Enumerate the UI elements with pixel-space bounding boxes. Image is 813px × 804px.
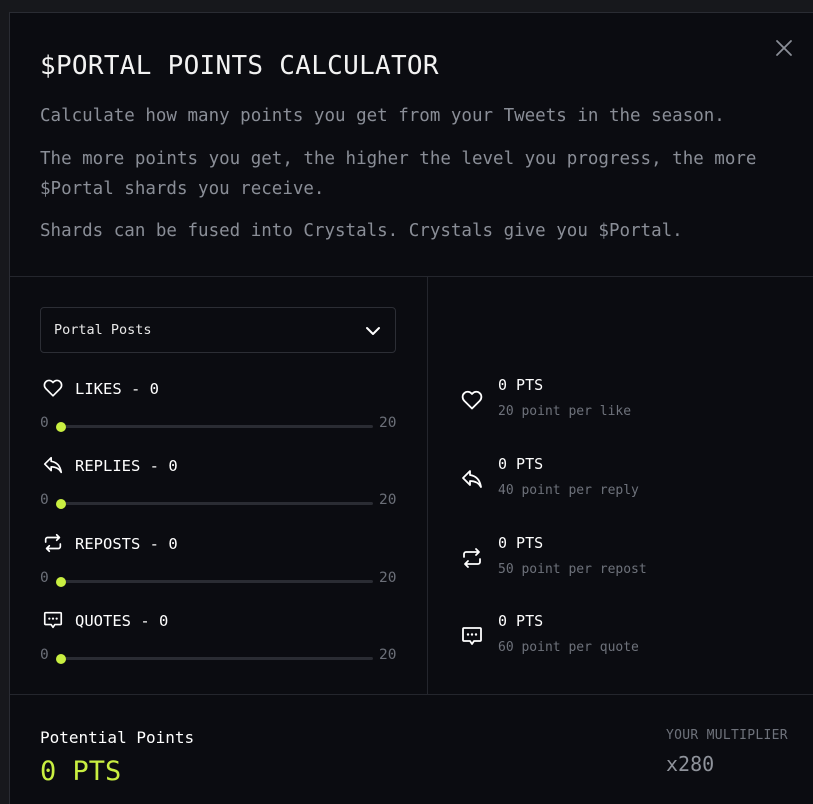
reposts-slider-thumb[interactable] (56, 577, 66, 587)
quotes-points-value: 0 PTS (498, 612, 544, 630)
quotes-slider-thumb[interactable] (56, 654, 66, 664)
metric-reposts-header: REPOSTS - 0 (40, 532, 400, 556)
description-1: Calculate how many points you get from y… (40, 106, 725, 126)
points-calculator-modal: $PORTAL POINTS CALCULATOR Calculate how … (9, 12, 813, 804)
divider-bottom (10, 694, 813, 695)
replies-points-rate: 40 point per reply (498, 483, 639, 498)
quotes-points-rate: 60 point per quote (498, 640, 639, 655)
divider-top (10, 276, 813, 277)
likes-slider[interactable] (56, 422, 373, 432)
points-quotes: 0 PTS 60 point per quote (460, 612, 790, 662)
dropdown-selected-value: Portal Posts (54, 322, 152, 338)
metric-likes-label: LIKES - 0 (75, 380, 159, 398)
quotes-slider[interactable] (56, 654, 373, 664)
points-replies: 0 PTS 40 point per reply (460, 455, 790, 505)
slider-min-label: 0 (40, 415, 49, 431)
metric-reposts-label: REPOSTS - 0 (75, 535, 178, 553)
close-icon[interactable] (775, 39, 793, 57)
modal-title: $PORTAL POINTS CALCULATOR (40, 51, 439, 81)
points-reposts: 0 PTS 50 point per repost (460, 534, 790, 584)
slider-max-label: 20 (379, 570, 397, 586)
reposts-slider[interactable] (56, 577, 373, 587)
metric-quotes-header: QUOTES - 0 (40, 609, 400, 633)
slider-max-label: 20 (379, 415, 397, 431)
replies-slider[interactable] (56, 499, 373, 509)
divider-vertical (427, 276, 428, 694)
metric-replies-header: REPLIES - 0 (40, 454, 400, 478)
potential-points-value: 0 PTS (40, 756, 122, 787)
multiplier-label: YOUR MULTIPLIER (666, 728, 788, 743)
chevron-down-icon (366, 327, 380, 335)
heart-icon (461, 390, 483, 410)
description-3: Shards can be fused into Crystals. Cryst… (40, 221, 683, 241)
likes-points-value: 0 PTS (498, 376, 544, 394)
slider-max-label: 20 (379, 647, 397, 663)
quote-icon (462, 627, 482, 645)
quote-icon (43, 611, 63, 629)
slider-min-label: 0 (40, 647, 49, 663)
description-2: The more points you get, the higher the … (40, 149, 757, 199)
reply-icon (43, 456, 63, 474)
likes-slider-thumb[interactable] (56, 422, 66, 432)
reposts-points-rate: 50 point per repost (498, 562, 647, 577)
repost-icon (44, 533, 62, 553)
slider-max-label: 20 (379, 492, 397, 508)
post-type-dropdown[interactable]: Portal Posts (40, 307, 396, 353)
points-likes: 0 PTS 20 point per like (460, 376, 790, 426)
metric-quotes-label: QUOTES - 0 (75, 612, 169, 630)
heart-icon (43, 379, 63, 397)
likes-points-rate: 20 point per like (498, 404, 632, 419)
replies-slider-thumb[interactable] (56, 499, 66, 509)
potential-points-label: Potential Points (40, 728, 195, 747)
metric-likes-header: LIKES - 0 (40, 377, 400, 401)
slider-min-label: 0 (40, 492, 49, 508)
multiplier-value: x280 (666, 752, 715, 776)
reposts-points-value: 0 PTS (498, 534, 544, 552)
reply-icon (462, 470, 482, 488)
slider-min-label: 0 (40, 570, 49, 586)
metric-replies-label: REPLIES - 0 (75, 457, 178, 475)
replies-points-value: 0 PTS (498, 455, 544, 473)
repost-icon (463, 548, 481, 568)
